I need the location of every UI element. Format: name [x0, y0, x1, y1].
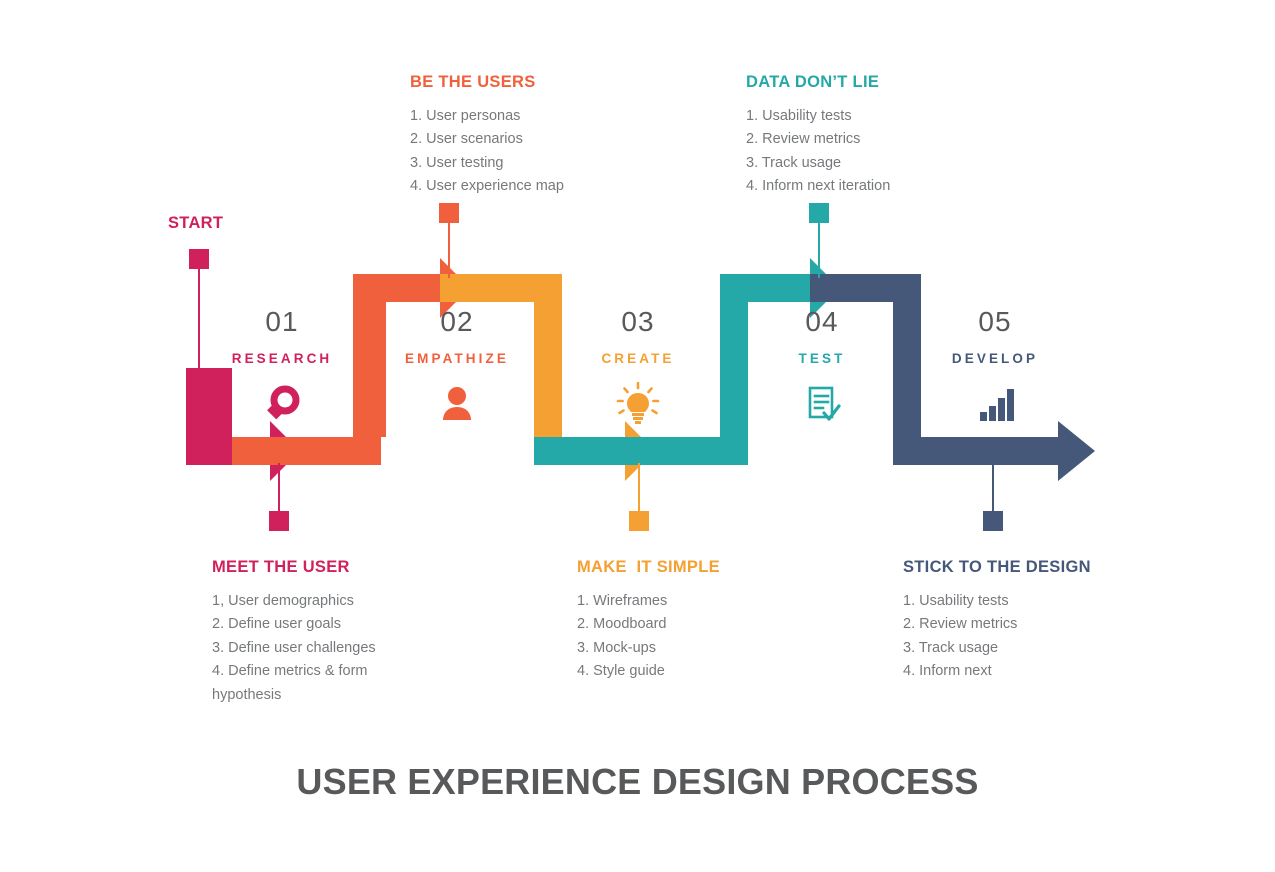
connector-marker-make-it-simple: [629, 511, 649, 531]
step-label: EMPATHIZE: [405, 351, 509, 366]
list-item: 4. User experience map: [410, 178, 564, 195]
start-label: START: [168, 214, 224, 232]
list-item: 4. Style guide: [577, 663, 665, 680]
callout-list: 1. Usability tests 2. Review metrics 3. …: [903, 590, 1091, 684]
list-item: 2. Moodboard: [577, 616, 667, 633]
list-item: 1. Usability tests: [746, 108, 852, 124]
callout-list: 1, User demographics 2. Define user goal…: [212, 590, 392, 707]
callout-title: STICK TO THE DESIGN: [903, 558, 1091, 576]
callout-list: 1. User personas 2. User scenarios 3. Us…: [410, 105, 564, 199]
list-item: 2. Review metrics: [903, 616, 1018, 633]
step-label: RESEARCH: [231, 351, 333, 366]
lightbulb-icon: [558, 381, 718, 424]
step-develop[interactable]: 05 DEVELOP: [915, 308, 1075, 424]
callout-title: MEET THE USER: [212, 558, 350, 576]
list-item: 1, User demographics: [212, 593, 354, 609]
page-title: USER EXPERIENCE DESIGN PROCESS: [296, 761, 979, 802]
list-item: 3. Track usage: [903, 639, 999, 656]
step-number: 02: [440, 306, 474, 337]
list-item: 2. User scenarios: [410, 131, 523, 148]
step-number: 04: [805, 306, 839, 337]
step-label: TEST: [798, 351, 846, 366]
connector-marker-data-dont-lie: [809, 203, 829, 223]
step-label: DEVELOP: [951, 351, 1039, 366]
connector-marker-be-the-users: [439, 203, 459, 223]
connector-stem-start: [198, 262, 200, 370]
list-item: 3. Define user challenges: [212, 639, 376, 656]
list-item: 3. Mock-ups: [577, 639, 656, 656]
list-item: 1. User personas: [410, 108, 521, 124]
list-item: 3. User testing: [410, 154, 504, 171]
step-number: 05: [978, 306, 1012, 337]
connector-marker-start: [189, 249, 209, 269]
bar-chart-icon: [915, 384, 1075, 424]
step-empathize[interactable]: 02 EMPATHIZE: [377, 308, 537, 424]
list-item: 2. Define user goals: [212, 616, 341, 633]
step-number: 01: [265, 306, 299, 337]
infographic-canvas: START BE THE USERS 1. User personas 2. U…: [0, 0, 1275, 872]
callout-data-dont-lie: DATA DON’T LIE 1. Usability tests 2. Rev…: [746, 73, 890, 199]
callout-list: 1. Wireframes 2. Moodboard 3. Mock-ups 4…: [577, 590, 720, 684]
callout-make-it-simple: MAKE IT SIMPLE 1. Wireframes 2. Moodboar…: [577, 558, 720, 684]
list-item: 4. Inform next: [903, 663, 992, 680]
list-item: 2. Review metrics: [746, 131, 861, 148]
checklist-icon: [742, 384, 902, 424]
connector-marker-stick-to-the-design: [983, 511, 1003, 531]
process-flow-ribbon: [186, 258, 1095, 481]
step-create[interactable]: 03 CREATE: [558, 308, 718, 424]
callout-title: MAKE IT SIMPLE: [577, 558, 720, 576]
callout-title: DATA DON’T LIE: [746, 73, 880, 91]
step-number: 03: [621, 306, 655, 337]
list-item: 3. Track usage: [746, 154, 842, 171]
list-item: 4. Define metrics & form hypothesis: [212, 663, 372, 703]
callout-meet-the-user: MEET THE USER 1, User demographics 2. De…: [212, 558, 392, 707]
connector-marker-meet-the-user: [269, 511, 289, 531]
callout-be-the-users: BE THE USERS 1. User personas 2. User sc…: [410, 73, 564, 199]
callout-stick-to-the-design: STICK TO THE DESIGN 1. Usability tests 2…: [903, 558, 1091, 684]
list-item: 1. Usability tests: [903, 593, 1009, 609]
step-test[interactable]: 04 TEST: [742, 308, 902, 424]
person-icon: [377, 384, 537, 424]
callout-title: BE THE USERS: [410, 73, 536, 91]
list-item: 4. Inform next iteration: [746, 178, 891, 195]
magnifier-icon: [202, 384, 362, 424]
list-item: 1. Wireframes: [577, 593, 668, 609]
step-label: CREATE: [601, 351, 675, 366]
callout-list: 1. Usability tests 2. Review metrics 3. …: [746, 105, 890, 199]
step-research[interactable]: 01 RESEARCH: [202, 308, 362, 424]
